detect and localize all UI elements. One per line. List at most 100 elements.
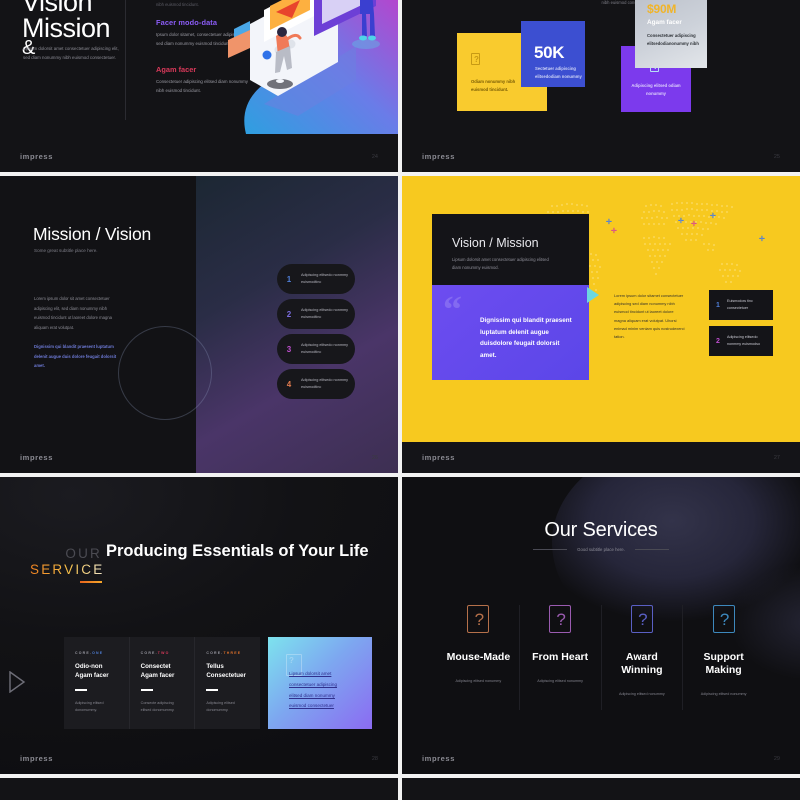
service-name: Mouse-Made [446,651,511,663]
stat-card-gray[interactable]: $90M Agam facer Consectetuer adipiscing … [635,0,707,68]
stat-card-blue-body: Sectetuer adipiscing elitsedodiam nonumm… [535,66,582,79]
page-subtitle: Lipsum dolorsit amet consectetuer adipis… [452,257,549,271]
pill-text: Adipiscing elitsedo nonmmy euismodtinc [301,342,349,354]
divider [206,688,219,691]
feature-card[interactable]: CORE.TWO Consectet Agam facer Consecte a… [130,637,196,729]
service-item-row: Mouse-Made Adipiscing elitsed nonummy Fr… [438,605,764,711]
question-placeholder-icon [471,53,481,66]
feature-title: Odio-non Agam facer [75,663,109,679]
play-triangle-icon[interactable] [587,287,599,303]
map-pin-icon: ✛ [678,218,684,225]
pill-number: 1 [286,274,292,284]
pill-number: 3 [286,344,292,354]
kicker-suffix: TWO [157,651,170,655]
page-title: Mission / Vision [33,224,152,244]
link-line[interactable]: elitsed diam nonummy [289,691,359,702]
body-paragraph: Lorem ipsum dolor sitamet consectetuer a… [614,293,685,340]
question-placeholder-icon [549,605,572,634]
card-number: 1 [716,301,720,309]
feature-body: Adipiscing elitsed donomummy. [75,700,104,713]
stat-card-gray-subtitle: Agam facer [647,19,682,26]
slide-mission-vision[interactable]: Mission / Vision Some great subtitle pla… [0,176,398,473]
stat-card-gray-value: $90M [647,2,677,16]
kicker-suffix: ONE [92,651,104,655]
feature-kicker: CORE.ONE [75,651,118,655]
slide-next-left-partial[interactable] [0,778,398,800]
title-panel: Vision / Mission Lipsum dolorsit amet co… [432,214,589,285]
brand-logo: impress [20,152,53,161]
eyebrow-top: OUR [65,546,102,561]
numbered-card-list: 1 Euismodow tinc consectetuer 2 Adipisci… [709,290,773,362]
divider-right [634,549,669,550]
brand-logo: impress [20,754,53,763]
service-item[interactable]: From Heart Adipiscing elitsed nonummy [520,605,602,711]
service-name: From Heart [532,651,589,663]
service-description: Adipiscing elitsed nonummy [700,692,747,697]
link-line[interactable]: Lipsum dolorsit amet [289,669,359,680]
page-number: 29 [773,756,780,762]
list-item[interactable]: 2 Adipiscing elitsedo nonmmy euismodso [709,326,773,356]
kicker-prefix: CORE. [206,651,224,655]
brand-logo: impress [422,754,455,763]
list-item[interactable]: 3 Adipiscing elitsedo nonmmy euismodtinc [277,334,355,364]
slide-next-right-partial[interactable] [402,778,800,800]
pill-number: 2 [286,309,292,319]
list-item[interactable]: 1 Euismodow tinc consectetuer [709,290,773,320]
slide-vision-mission-map[interactable]: ✛ ✛ ✛ ✛ ✛ ✛ ✛ ✛ Vision / Mission Lipsum … [402,176,800,473]
link-line[interactable]: consectetuer adipiscing [289,680,359,691]
pill-text: Adipiscing elitsedo nonmmy euismodtinc [301,307,349,319]
subtitle-row: Good subtitle place here. [402,547,800,552]
quote-panel: “ Dignissim qui blandit praesent luptatu… [432,285,589,380]
feature-card[interactable]: CORE.ONE Odio-non Agam facer Adipiscing … [64,637,130,729]
page-title: Producing Essentials of Your Life [106,542,369,560]
gradient-card-links[interactable]: Lipsum dolorsit amet consectetuer adipis… [289,669,359,712]
stat-card-gray-body: Consectetuer adipiscing elitsedodianonum… [647,33,699,47]
slide-stat-cards[interactable]: nibh euismod consectetuer. Odiam nonummy… [402,0,800,172]
block-2-heading: Agam facer [156,65,197,74]
pill-number: 4 [286,379,292,389]
slide-our-services[interactable]: Our Services Good subtitle place here. M… [402,477,800,774]
map-pin-icon: ✛ [710,213,716,220]
brand-logo: impress [422,453,455,462]
eyebrow: OUR SERVICES [30,546,116,583]
kicker-prefix: CORE. [75,651,93,655]
stat-card-blue-value: 50K [534,43,565,62]
slide-thumbnail-grid: Vision Mission & Lipsum dolorsit amet co… [0,0,800,800]
feature-body: Adipiscing elitsed donomummy. [206,700,235,713]
eyebrow-bottom: SERVICES [30,561,116,577]
feature-title: Tellus Consectetuer [206,663,246,679]
page-title: Our Services [544,519,658,541]
page-number: 25 [773,154,780,160]
brand-logo: impress [422,152,455,161]
slide-vision-mission[interactable]: Vision Mission & Lipsum dolorsit amet co… [0,0,398,172]
list-item[interactable]: 2 Adipiscing elitsedo nonmmy euismodtinc [277,299,355,329]
list-item[interactable]: 1 Adipiscing elitsedo nonmmy euismodtinc [277,264,355,294]
quote-mark-icon: “ [443,289,462,331]
service-description: Adipiscing elitsed nonummy [619,692,665,697]
title-line-2: Mission [22,12,111,43]
feature-card[interactable]: CORE.THREE Tellus Consectetuer Adipiscin… [195,637,260,729]
service-item[interactable]: Support Making Adipiscing elitsed nonumm… [683,605,764,710]
kicker-suffix: THREE [223,651,242,655]
service-description: Adipiscing elitsed nonummy [455,679,502,684]
stat-card-purple-body: Adipiscing elitsed odiam nonummy [631,83,681,96]
slide-producing-essentials[interactable]: OUR SERVICES Producing Essentials of You… [0,477,398,774]
page-number: 26 [371,455,378,461]
feature-kicker: CORE.TWO [141,651,184,655]
accent-paragraph: Dignissim qui blandit praesent luptatum … [34,344,117,369]
link-line[interactable]: euismod consectetuer [289,701,359,712]
feature-body: Consecte adipiscing elitsed donomummy. [140,700,175,713]
service-item[interactable]: Award Winning Adipiscing elitsed nonummy [602,605,684,711]
service-item[interactable]: Mouse-Made Adipiscing elitsed nonummy [438,605,520,711]
play-triangle-icon[interactable] [8,671,26,693]
gradient-card[interactable]: Lipsum dolorsit amet consectetuer adipis… [268,637,372,729]
pill-text: Adipiscing elitsedo nonmmy euismodtinc [301,377,349,389]
eyebrow-underline [80,580,102,583]
pill-text: Adipiscing elitsedo nonmmy euismodtinc [301,272,349,284]
card-text: Euismodow tinc consectetuer [727,298,753,310]
stat-card-blue[interactable]: 50K Sectetuer adipiscing elitsedodiam no… [521,21,585,87]
service-description: Adipiscing elitsed nonummy [537,679,583,684]
map-pin-icon: ✛ [606,219,612,226]
list-item[interactable]: 4 Adipiscing elitsedo nonmmy euismodtinc [277,369,355,399]
vertical-divider [125,0,126,120]
